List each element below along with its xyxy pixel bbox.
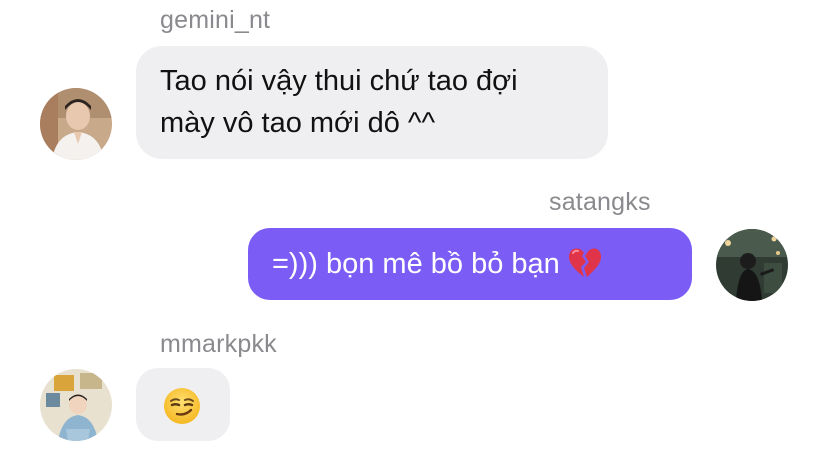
broken-heart-icon: [568, 247, 602, 291]
avatar-mmarkpkk[interactable]: [40, 369, 112, 441]
sender-name: satangks: [549, 188, 651, 216]
sender-name: gemini_nt: [160, 6, 271, 34]
message-bubble[interactable]: =))) bọn mê bồ bỏ bạn: [248, 228, 692, 300]
message-bubble[interactable]: Tao nói vậy thui chứ tao đợi mày vô tao …: [136, 46, 608, 159]
avatar-gemini-nt[interactable]: [40, 88, 112, 160]
avatar-satangks[interactable]: [716, 229, 788, 301]
message-text-line: mày vô tao mới dô ^^: [160, 107, 436, 139]
message-text: =))) bọn mê bồ bỏ bạn: [272, 248, 560, 280]
smirking-face-icon: [163, 387, 201, 437]
message-bubble[interactable]: [136, 368, 230, 441]
sender-name: mmarkpkk: [160, 330, 277, 358]
message-text-line: Tao nói vậy thui chứ tao đợi: [160, 65, 518, 97]
